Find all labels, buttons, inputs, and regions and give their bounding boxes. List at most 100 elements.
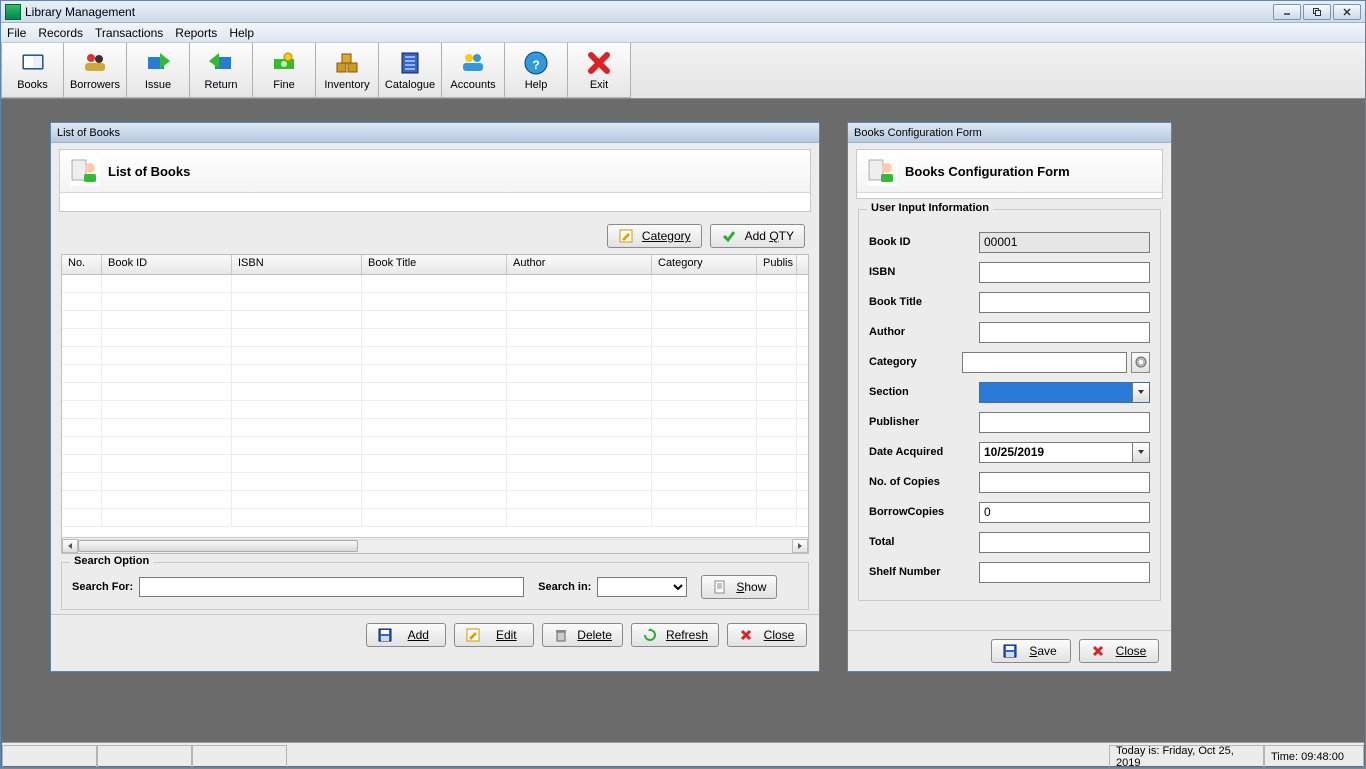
datepicker-date-acquired[interactable]: 10/25/2019 — [979, 442, 1150, 463]
input-no-copies[interactable] — [979, 472, 1150, 493]
category-button[interactable]: Category — [607, 224, 702, 248]
col-author[interactable]: Author — [507, 255, 652, 274]
toolbar-exit[interactable]: Exit — [568, 43, 631, 98]
save-disk-icon — [377, 627, 393, 643]
user-input-group: User Input Information Book ID ISBN Book… — [858, 209, 1161, 601]
list-header-panel: List of Books — [59, 149, 811, 212]
input-book-id[interactable] — [979, 232, 1150, 253]
label-borrow-copies: BorrowCopies — [869, 506, 979, 518]
toolbar-borrowers[interactable]: Borrowers — [64, 43, 127, 98]
grid-header: No. Book ID ISBN Book Title Author Categ… — [62, 255, 808, 275]
add-button[interactable]: Add — [366, 623, 446, 647]
form-window-title: Books Configuration Form — [848, 123, 1171, 143]
config-form-window: Books Configuration Form Books Configura… — [847, 122, 1172, 672]
toolbar-books[interactable]: Books — [1, 43, 64, 98]
check-icon — [721, 228, 737, 244]
delete-button[interactable]: Delete — [542, 623, 623, 647]
money-icon — [270, 49, 298, 77]
input-isbn[interactable] — [979, 262, 1150, 283]
input-total[interactable] — [979, 532, 1150, 553]
minimize-button[interactable] — [1273, 4, 1301, 20]
document-icon — [712, 579, 728, 595]
search-groupbox: Search Option Search For: Search in: Sho… — [61, 562, 809, 610]
search-in-select[interactable] — [597, 577, 687, 597]
search-in-label: Search in: — [538, 581, 591, 593]
list-close-button[interactable]: Close — [727, 623, 807, 647]
form-group-legend: User Input Information — [867, 202, 993, 214]
statusbar: Today is: Friday, Oct 25, 2019 Time: 09:… — [2, 742, 1364, 766]
menu-help[interactable]: Help — [229, 26, 254, 40]
form-header-panel: Books Configuration Form — [856, 149, 1163, 199]
gear-icon — [1134, 355, 1148, 369]
pencil-icon — [465, 627, 481, 643]
mdi-area: List of Books List of Books Category Add… — [2, 100, 1364, 739]
form-header-icon — [867, 156, 897, 186]
input-book-title[interactable] — [979, 292, 1150, 313]
books-grid[interactable]: No. Book ID ISBN Book Title Author Categ… — [61, 254, 809, 554]
list-header-icon — [70, 156, 100, 186]
label-total: Total — [869, 536, 979, 548]
titlebar: Library Management — [1, 1, 1365, 23]
menu-file[interactable]: File — [7, 26, 26, 40]
scroll-left-icon[interactable] — [62, 539, 78, 553]
input-category[interactable] — [962, 352, 1127, 373]
menu-records[interactable]: Records — [38, 26, 83, 40]
form-close-button[interactable]: Close — [1079, 639, 1159, 663]
menu-transactions[interactable]: Transactions — [95, 26, 163, 40]
label-author: Author — [869, 326, 979, 338]
menu-reports[interactable]: Reports — [175, 26, 217, 40]
chevron-down-icon — [1132, 383, 1149, 402]
grid-body — [62, 275, 808, 537]
search-for-input[interactable] — [139, 577, 524, 597]
search-for-label: Search For: — [72, 581, 133, 593]
edit-button[interactable]: Edit — [454, 623, 534, 647]
app-title: Library Management — [25, 5, 1273, 19]
status-cell-1 — [2, 745, 97, 767]
menubar: File Records Transactions Reports Help — [1, 23, 1365, 43]
label-shelf: Shelf Number — [869, 566, 979, 578]
input-borrow-copies[interactable] — [979, 502, 1150, 523]
form-header-title: Books Configuration Form — [905, 164, 1070, 179]
col-title[interactable]: Book Title — [362, 255, 507, 274]
col-isbn[interactable]: ISBN — [232, 255, 362, 274]
maximize-button[interactable] — [1303, 4, 1331, 20]
close-icon — [738, 627, 754, 643]
input-author[interactable] — [979, 322, 1150, 343]
trash-icon — [553, 627, 569, 643]
category-settings-button[interactable] — [1131, 352, 1150, 373]
show-button[interactable]: Show — [701, 575, 777, 599]
label-date-acquired: Date Acquired — [869, 446, 979, 458]
label-book-title: Book Title — [869, 296, 979, 308]
col-category[interactable]: Category — [652, 255, 757, 274]
col-no[interactable]: No. — [62, 255, 102, 274]
save-button[interactable]: Save — [991, 639, 1071, 663]
boxes-icon — [333, 49, 361, 77]
col-publisher[interactable]: Publis — [757, 255, 797, 274]
close-button[interactable] — [1333, 4, 1361, 20]
status-date: Today is: Friday, Oct 25, 2019 — [1109, 745, 1264, 767]
list-of-books-window: List of Books List of Books Category Add… — [50, 122, 820, 672]
toolbar-fine[interactable]: Fine — [253, 43, 316, 98]
toolbar-help[interactable]: ?Help — [505, 43, 568, 98]
toolbar-accounts[interactable]: Accounts — [442, 43, 505, 98]
add-qty-button[interactable]: Add QTY — [710, 224, 805, 248]
toolbar-catalogue[interactable]: Catalogue — [379, 43, 442, 98]
toolbar-issue[interactable]: Issue — [127, 43, 190, 98]
refresh-button[interactable]: Refresh — [631, 623, 719, 647]
return-icon — [207, 49, 235, 77]
toolbar-inventory[interactable]: Inventory — [316, 43, 379, 98]
close-icon — [1090, 643, 1106, 659]
input-publisher[interactable] — [979, 412, 1150, 433]
col-bookid[interactable]: Book ID — [102, 255, 232, 274]
pencil-icon — [618, 228, 634, 244]
save-disk-icon — [1002, 643, 1018, 659]
scroll-thumb[interactable] — [78, 540, 358, 552]
status-cell-3 — [192, 745, 287, 767]
exit-icon — [585, 49, 613, 77]
grid-hscroll[interactable] — [62, 537, 808, 553]
toolbar-return[interactable]: Return — [190, 43, 253, 98]
scroll-right-icon[interactable] — [792, 539, 808, 553]
input-shelf[interactable] — [979, 562, 1150, 583]
select-section[interactable] — [979, 382, 1150, 403]
list-window-title: List of Books — [51, 123, 819, 143]
